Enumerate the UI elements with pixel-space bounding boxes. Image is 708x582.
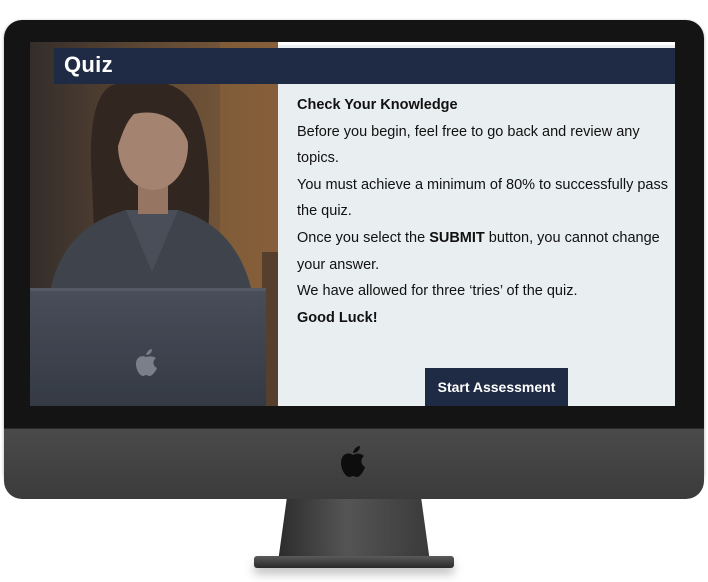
submit-warning-prefix: Once you select the <box>297 229 430 246</box>
instructions-heading: Check Your Knowledge <box>297 97 458 113</box>
quiz-title-bar: Quiz <box>54 48 675 84</box>
desktop-monitor-mockup: Quiz Check Your Knowledge Before you beg… <box>0 0 708 582</box>
instruction-tries: We have allowed for three ‘tries’ of the… <box>297 283 578 300</box>
instruction-pass-mark: You must achieve a minimum of 80% to suc… <box>297 176 668 220</box>
apple-logo-icon <box>337 443 369 479</box>
good-luck-text: Good Luck! <box>297 309 378 326</box>
page-title: Quiz <box>64 52 113 77</box>
monitor-stand-base <box>254 556 454 568</box>
instruction-review-topics: Before you begin, feel free to go back a… <box>297 123 640 167</box>
start-assessment-button[interactable]: Start Assessment <box>425 368 568 406</box>
submit-keyword: SUBMIT <box>429 229 485 246</box>
hero-photo <box>30 42 278 406</box>
instruction-submit-warning: Once you select the SUBMIT button, you c… <box>297 225 669 278</box>
quiz-instructions: Check Your Knowledge Before you begin, f… <box>297 92 669 331</box>
monitor-screen: Quiz Check Your Knowledge Before you beg… <box>30 42 675 406</box>
monitor-stand-neck <box>278 496 430 562</box>
